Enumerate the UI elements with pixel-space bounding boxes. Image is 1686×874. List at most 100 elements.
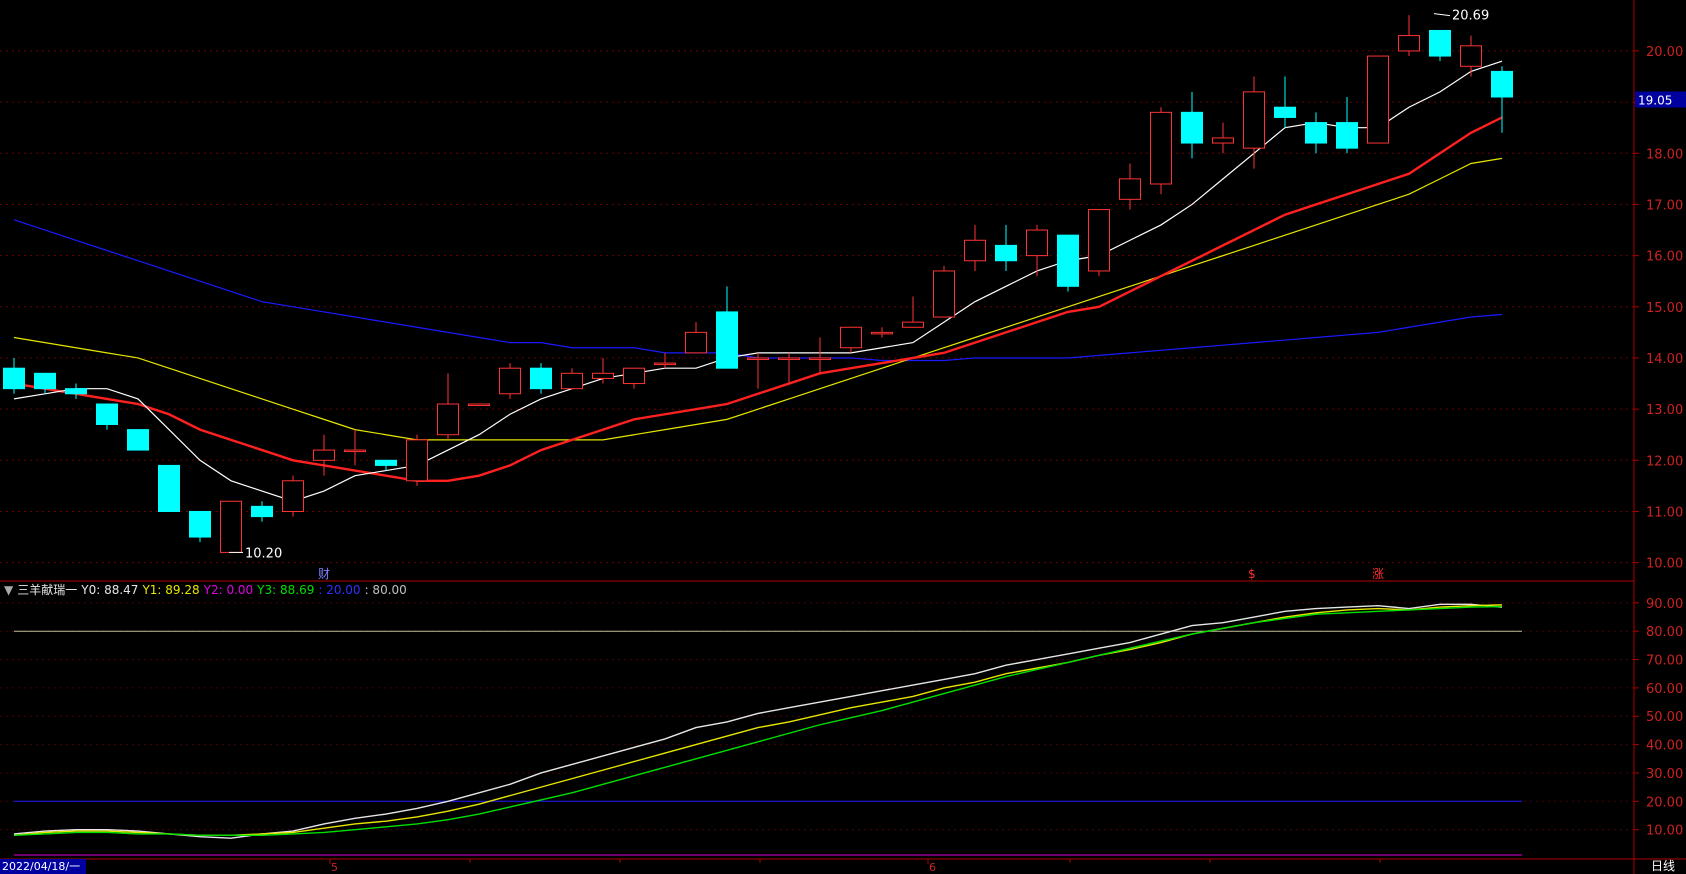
level-80-value: : 80.00 <box>364 583 407 597</box>
y0-value: Y0: 88.47 <box>81 583 139 597</box>
candle-body <box>158 464 180 512</box>
indicator-tick-label: 60.00 <box>1646 682 1683 697</box>
candle-body <box>1212 137 1234 144</box>
candle-body <box>282 480 304 512</box>
price-tick-label: 20.00 <box>1646 45 1683 60</box>
candle-body <box>840 326 862 349</box>
indicator-tick-label: 50.00 <box>1646 710 1683 725</box>
candle-body <box>1305 122 1327 144</box>
candle-body <box>406 439 428 482</box>
candle-body <box>1026 229 1048 257</box>
candle-body <box>716 311 738 369</box>
candle-body <box>654 362 676 366</box>
moving-averages <box>13 60 1503 502</box>
candle-body <box>313 449 335 461</box>
price-tick-label: 11.00 <box>1646 505 1683 520</box>
candle-body <box>1367 55 1389 144</box>
candle-body <box>3 367 25 390</box>
price-tick-label: 16.00 <box>1646 250 1683 265</box>
candle-body <box>251 505 273 518</box>
y2-value: Y2: 0.00 <box>203 583 254 597</box>
chart-canvas: 10.00 11.00 12.00 13.00 14.00 15.00 16.00 17.00… <box>0 0 1686 874</box>
candle-body <box>499 367 521 395</box>
month-label: 5 <box>331 861 338 874</box>
indicator-tick-label: 80.00 <box>1646 625 1683 640</box>
candle-body <box>437 403 459 436</box>
last-price-label: 19.05 <box>1638 94 1672 108</box>
candle-body <box>902 321 924 328</box>
indicator-tick-label: 20.00 <box>1646 795 1683 810</box>
y1-value: Y1: 89.28 <box>142 583 200 597</box>
candle-body <box>1088 209 1110 272</box>
ma5-line <box>13 60 1503 502</box>
indicator-tick-label: 40.00 <box>1646 739 1683 754</box>
period-button[interactable]: 日线 <box>1640 859 1686 874</box>
candle-body <box>189 510 211 538</box>
indicator-tick-label: 70.00 <box>1646 654 1683 669</box>
y3-value: Y3: 88.69 <box>257 583 315 597</box>
candle-body <box>1336 122 1358 149</box>
candle-body <box>1491 70 1513 98</box>
candle-body <box>1429 29 1451 57</box>
candle-body <box>1398 35 1420 52</box>
low-price-label: 10.20 <box>245 546 282 561</box>
indicator-tick-label: 90.00 <box>1646 597 1683 612</box>
price-tick-label: 12.00 <box>1646 454 1683 469</box>
event-marker: 财 <box>318 567 330 581</box>
candle-body <box>127 429 149 451</box>
price-tick-label: 17.00 <box>1646 198 1683 213</box>
price-tick-label: 13.00 <box>1646 403 1683 418</box>
candle-body <box>778 357 800 360</box>
ma30-line <box>13 157 1503 441</box>
ma120-line <box>13 219 1503 362</box>
candle-body <box>561 372 583 390</box>
indicator-axis: 10.00 20.00 30.00 40.00 50.00 60.00 70.00 80.00… <box>1634 597 1683 839</box>
annotations: 20.69 10.20 财 $ 涨 <box>229 9 1489 581</box>
indicator-lines <box>13 603 1503 839</box>
candle-body <box>1460 45 1482 67</box>
price-tick-label: 10.00 <box>1646 557 1683 572</box>
candle-body <box>65 388 87 395</box>
candle-body <box>964 239 986 262</box>
candle-body <box>933 270 955 318</box>
price-tick-label: 14.00 <box>1646 352 1683 367</box>
candle-body <box>1119 178 1141 200</box>
candle-body <box>1181 111 1203 144</box>
indicator-line-0 <box>13 603 1503 839</box>
candle-body <box>1057 234 1079 287</box>
candle-body <box>809 357 831 360</box>
indicator-panel-grid <box>0 602 1634 856</box>
candle-body <box>871 331 893 335</box>
ma10-line <box>13 116 1503 482</box>
candle-body <box>995 244 1017 262</box>
candle-body <box>375 459 397 466</box>
candle-body <box>34 372 56 390</box>
indicator-toggle-icon[interactable]: ▼ <box>4 583 13 597</box>
chart-frame: 56 <box>0 0 1686 874</box>
candle-body <box>96 403 118 425</box>
indicator-legend: ▼ 三羊献瑞一 Y0: 88.47 Y1: 89.28 Y2: 0.00 Y3: 88.6… <box>4 582 411 598</box>
price-tick-label: 18.00 <box>1646 147 1683 162</box>
level-20-value: : 20.00 <box>318 583 361 597</box>
candle-body <box>1150 111 1172 185</box>
cursor-date: 2022/04/18/一 <box>0 859 86 874</box>
candle-body <box>1243 91 1265 149</box>
high-price-label: 20.69 <box>1452 9 1489 24</box>
event-marker: $ <box>1248 567 1256 581</box>
candle-body <box>1274 106 1296 118</box>
month-label: 6 <box>929 861 936 874</box>
candle-body <box>530 367 552 390</box>
candle-body <box>344 449 366 453</box>
high-pointer <box>1433 13 1451 17</box>
candle-body <box>685 331 707 354</box>
candle-body <box>468 403 490 407</box>
indicator-name: 三羊献瑞一 <box>17 583 78 597</box>
candlesticks <box>3 15 1513 553</box>
candle-body <box>220 500 242 553</box>
price-axis: 10.00 11.00 12.00 13.00 14.00 15.00 16.00 17.00… <box>1634 45 1686 572</box>
candle-body <box>623 367 645 385</box>
candle-body <box>592 372 614 379</box>
indicator-tick-label: 30.00 <box>1646 767 1683 782</box>
indicator-line-1 <box>13 604 1503 837</box>
indicator-tick-label: 10.00 <box>1646 824 1683 839</box>
